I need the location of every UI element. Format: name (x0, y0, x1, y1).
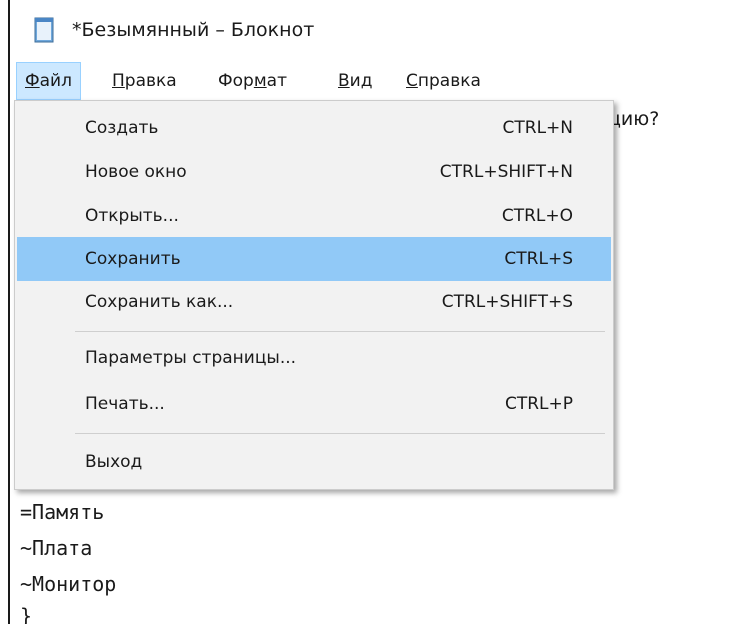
menu-view[interactable]: Вид (330, 62, 380, 100)
menu-item-label: Печать... (85, 394, 165, 414)
menu-item-page-setup[interactable]: Параметры страницы... (17, 337, 611, 379)
menu-format[interactable]: Формат (210, 62, 295, 100)
menu-edit[interactable]: Правка (104, 62, 185, 100)
menu-item-shortcut: CTRL+S (504, 249, 573, 269)
notepad-icon (32, 16, 58, 44)
editor-line: } (20, 604, 33, 624)
menu-item-new[interactable]: Создать CTRL+N (17, 107, 611, 149)
menu-bar: Файл Правка Формат Вид Справка (10, 62, 750, 102)
file-menu-dropdown: Создать CTRL+N Новое окно CTRL+SHIFT+N О… (14, 100, 614, 490)
menu-item-open[interactable]: Открыть... CTRL+O (17, 195, 611, 237)
menu-item-label: Открыть... (85, 206, 179, 226)
menu-item-label: Выход (85, 452, 143, 472)
menu-item-new-window[interactable]: Новое окно CTRL+SHIFT+N (17, 151, 611, 193)
window-title: *Безымянный – Блокнот (72, 19, 315, 41)
menu-item-shortcut: CTRL+O (501, 206, 573, 226)
menu-item-print[interactable]: Печать... CTRL+P (17, 383, 611, 425)
menu-item-shortcut: CTRL+SHIFT+S (441, 292, 573, 312)
editor-line: ~Монитор (20, 572, 117, 596)
menu-item-shortcut: CTRL+N (502, 118, 574, 138)
title-bar: *Безымянный – Блокнот (10, 0, 750, 62)
menu-item-save-as[interactable]: Сохранить как... CTRL+SHIFT+S (17, 281, 611, 323)
menu-item-shortcut: CTRL+SHIFT+N (439, 162, 573, 182)
editor-line: =Память (20, 500, 105, 524)
menu-item-save[interactable]: Сохранить CTRL+S (17, 237, 611, 281)
menu-item-label: Сохранить (85, 249, 181, 269)
menu-separator (75, 331, 605, 332)
menu-help[interactable]: Справка (398, 62, 489, 100)
notepad-window: *Безымянный – Блокнот Файл Правка Формат… (0, 0, 750, 624)
editor-text-fragment: цию? (608, 108, 660, 130)
menu-separator (75, 433, 605, 434)
menu-item-exit[interactable]: Выход (17, 441, 611, 483)
editor-line: ~Плата (20, 536, 93, 560)
menu-item-label: Создать (85, 118, 159, 138)
menu-item-label: Сохранить как... (85, 292, 234, 312)
menu-item-shortcut: CTRL+P (504, 394, 573, 414)
menu-file[interactable]: Файл (16, 62, 81, 100)
menu-item-label: Параметры страницы... (85, 348, 297, 368)
menu-item-label: Новое окно (85, 162, 187, 182)
